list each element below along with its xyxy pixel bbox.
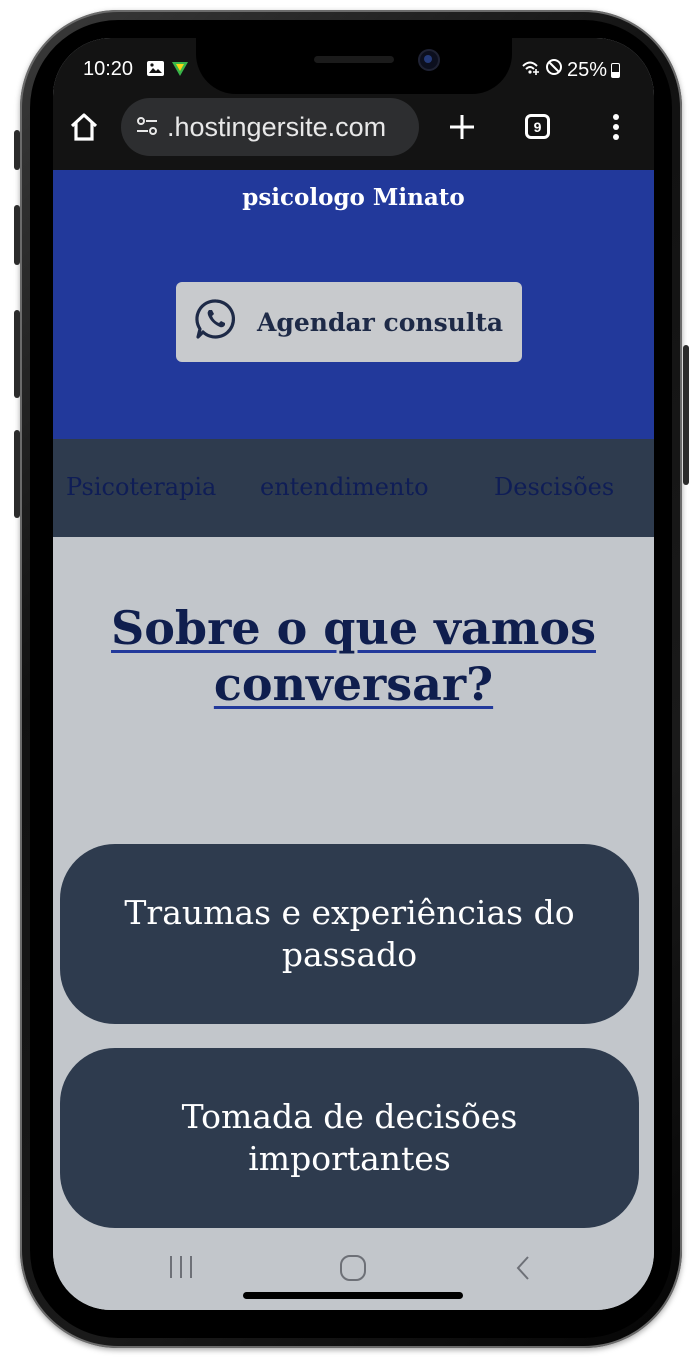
- section-heading: Sobre o que vamos conversar?: [53, 600, 654, 712]
- speaker-slot: [314, 56, 394, 63]
- section-heading-line2: conversar?: [213, 657, 494, 711]
- site-title: psicologo Minato: [242, 184, 465, 211]
- nav-item-descisoes[interactable]: Descisões: [494, 473, 614, 501]
- front-camera: [418, 49, 440, 71]
- volume-down-button: [14, 310, 20, 398]
- vpn-icon: [171, 60, 189, 83]
- topic-card-decisoes[interactable]: Tomada de decisões importantes: [60, 1048, 639, 1228]
- address-bar[interactable]: .hostingersite.com: [121, 98, 419, 156]
- gesture-bar: [243, 1292, 463, 1299]
- whatsapp-icon: [193, 296, 239, 348]
- nav-item-entendimento[interactable]: entendimento: [260, 473, 429, 501]
- recent-apps-icon[interactable]: [167, 1254, 195, 1287]
- menu-icon[interactable]: [601, 110, 631, 144]
- status-right-group: 25%: [521, 58, 620, 82]
- power-button: [683, 345, 689, 485]
- camera-notch: [196, 38, 512, 94]
- home-button-icon[interactable]: [338, 1254, 368, 1289]
- nav-item-psicoterapia[interactable]: Psicoterapia: [66, 473, 216, 501]
- wifi-calling-icon: [521, 58, 541, 82]
- new-tab-icon[interactable]: [445, 110, 479, 144]
- url-text: .hostingersite.com: [167, 111, 387, 142]
- battery-icon: [611, 62, 620, 78]
- screen: 10:20 25% .hostingersite.com 9 psicologo…: [53, 38, 654, 1310]
- tab-switcher-icon[interactable]: 9: [525, 114, 550, 139]
- topic-card-traumas[interactable]: Traumas e experiências do passado: [60, 844, 639, 1024]
- browser-toolbar: .hostingersite.com 9: [53, 98, 654, 170]
- side-button: [14, 130, 20, 170]
- back-icon[interactable]: [513, 1254, 533, 1289]
- android-nav-bar: [53, 1236, 654, 1310]
- gallery-icon: [146, 60, 165, 83]
- volume-up-button: [14, 205, 20, 265]
- do-not-disturb-icon: [545, 58, 563, 82]
- schedule-consultation-button[interactable]: Agendar consulta: [176, 282, 522, 362]
- cta-label: Agendar consulta: [257, 307, 504, 337]
- nav-strip: Psicoterapia entendimento Descisões: [53, 439, 654, 537]
- battery-percent: 25%: [566, 58, 607, 81]
- site-header: psicologo Minato Agendar consulta: [53, 170, 654, 439]
- home-icon[interactable]: [67, 110, 101, 144]
- status-clock: 10:20: [83, 58, 134, 80]
- tab-count: 9: [525, 114, 550, 139]
- bixby-button: [14, 430, 20, 518]
- section-heading-line1: Sobre o que vamos: [111, 601, 596, 655]
- status-bar: 10:20 25%: [53, 38, 654, 98]
- site-settings-icon[interactable]: [135, 112, 159, 143]
